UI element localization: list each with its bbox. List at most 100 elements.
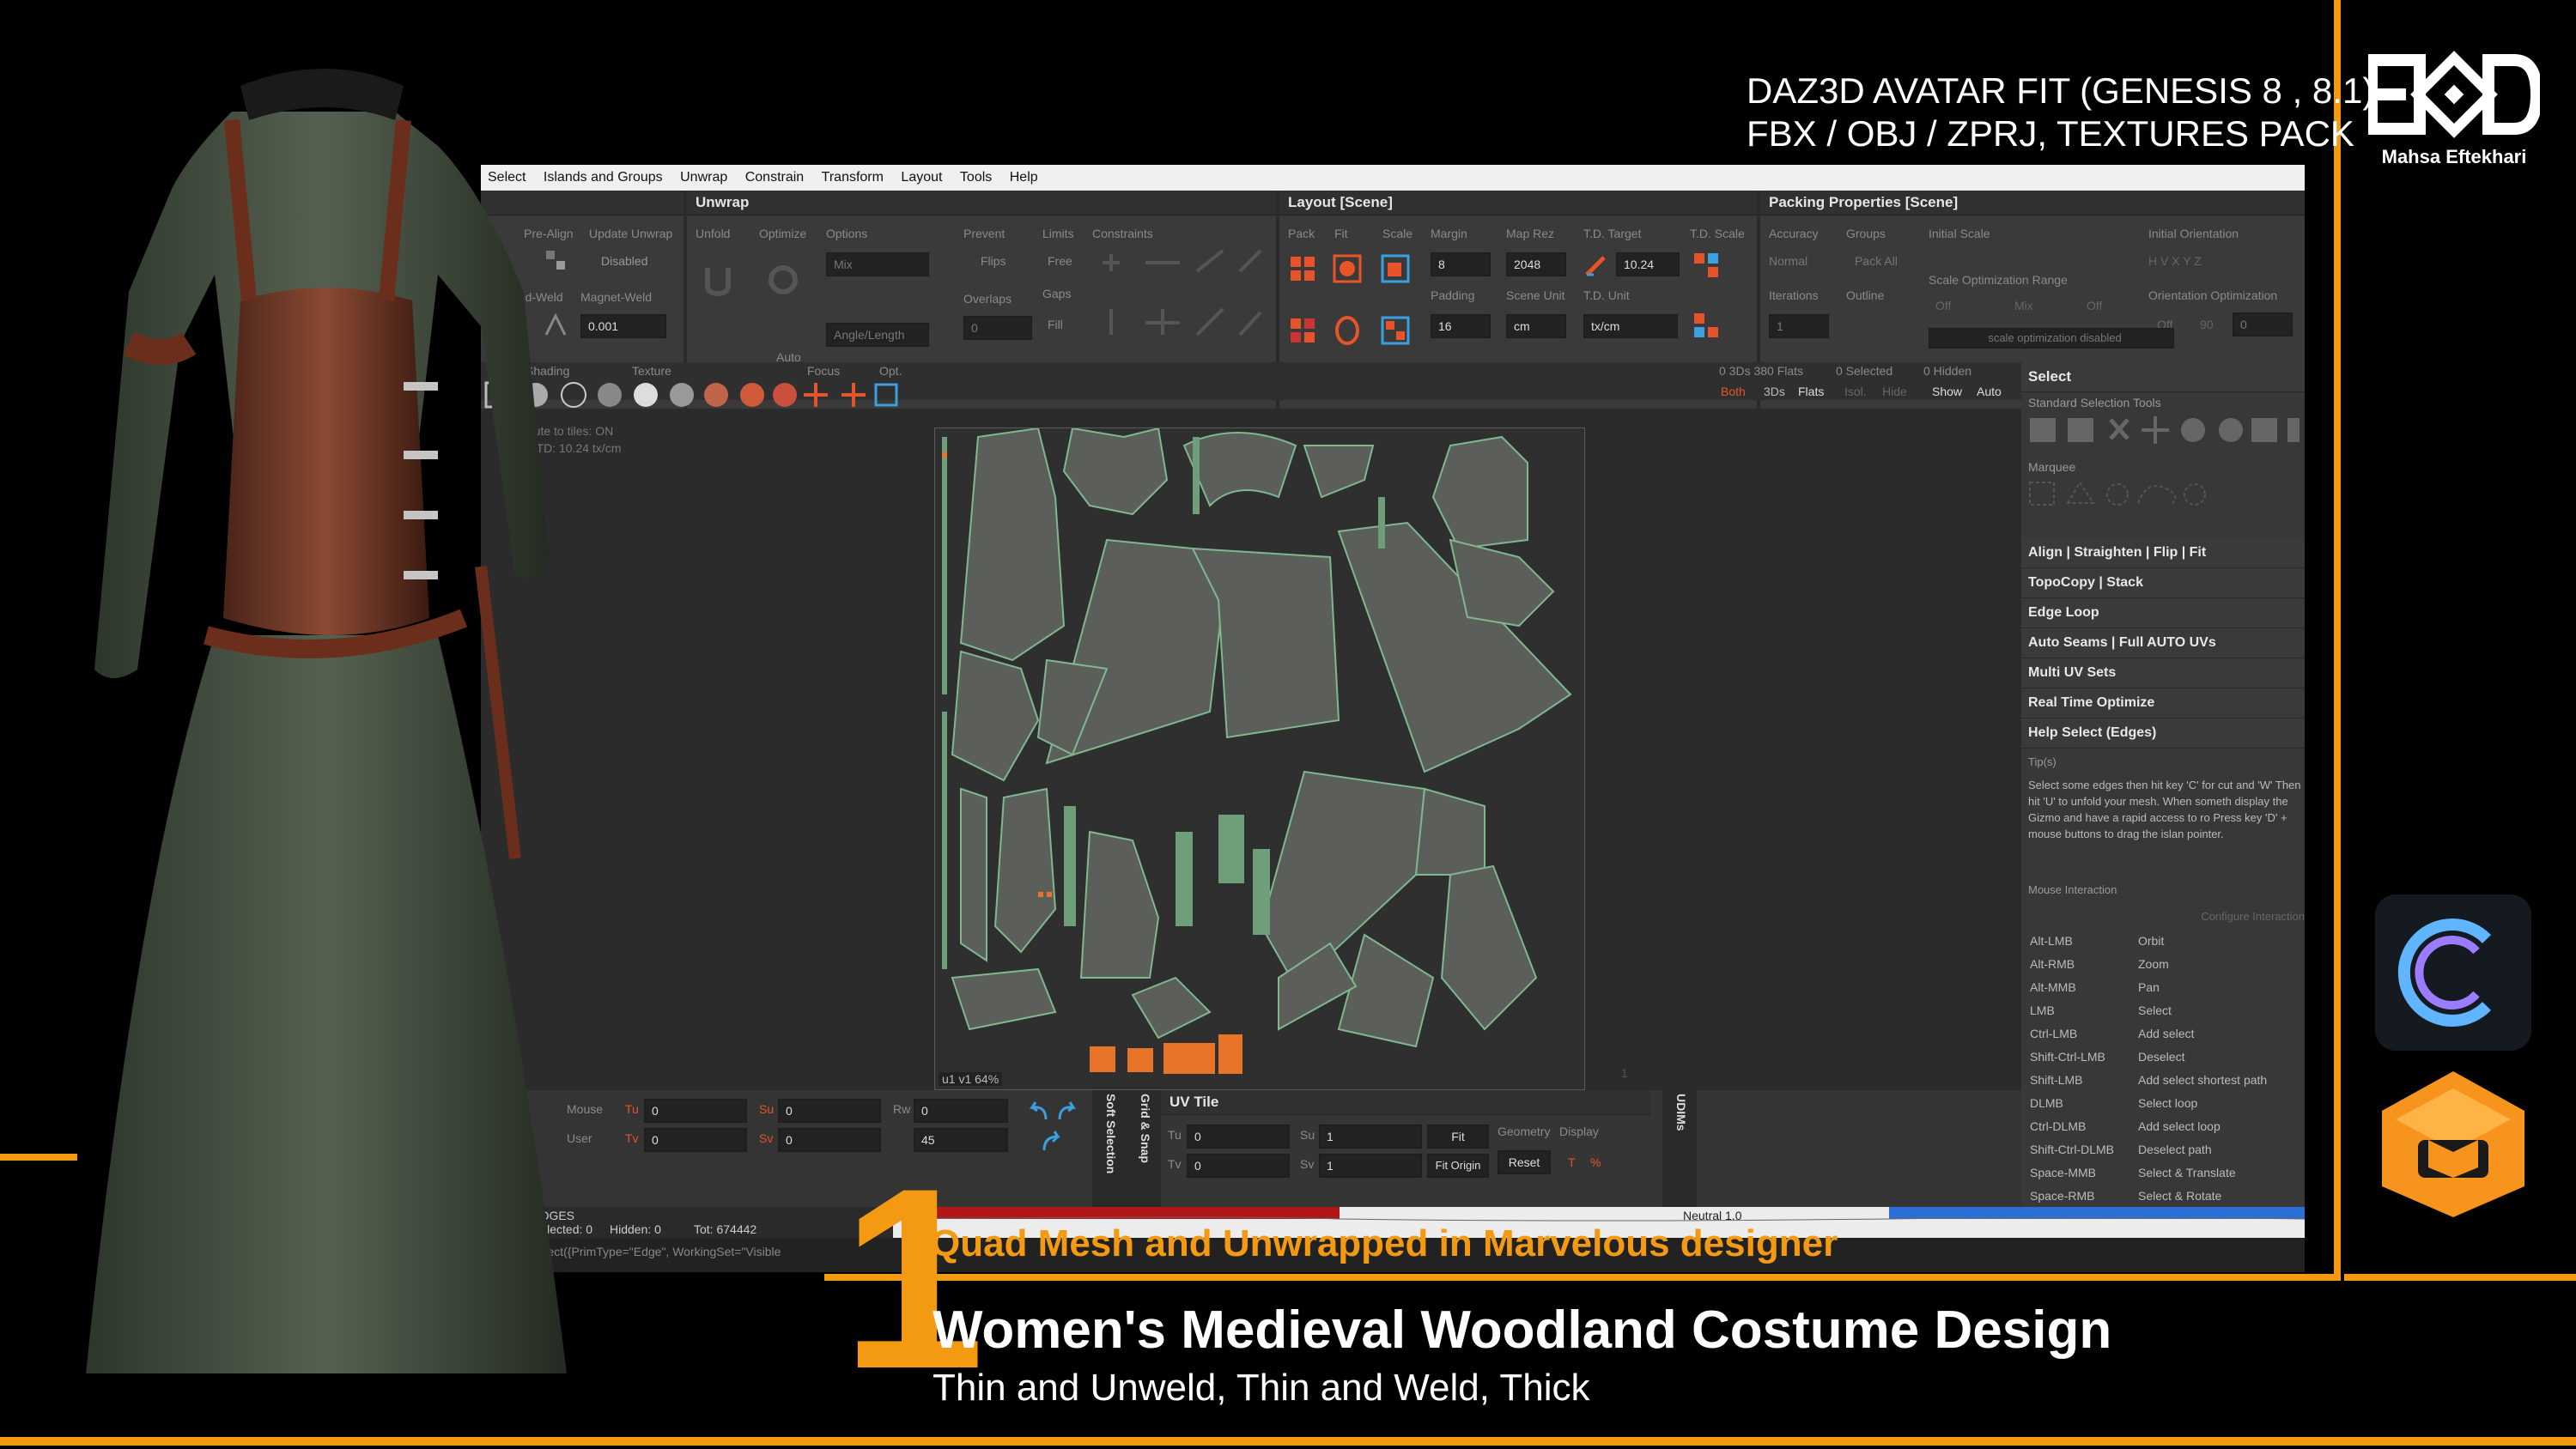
menu-item-layout[interactable]: Layout bbox=[894, 165, 949, 185]
td-target-input[interactable]: 10.24 bbox=[1616, 252, 1680, 276]
marquee-tool-icons[interactable] bbox=[2026, 477, 2301, 512]
options-mix-select[interactable]: Mix bbox=[826, 252, 929, 276]
fit-icon[interactable] bbox=[1333, 254, 1362, 283]
flips-toggle[interactable]: Flips bbox=[981, 254, 1006, 268]
margin-label: Margin bbox=[1431, 227, 1467, 240]
optimize-label: Optimize bbox=[759, 227, 807, 240]
map-rez-input[interactable]: 2048 bbox=[1506, 252, 1566, 276]
su-input[interactable]: 0 bbox=[778, 1099, 881, 1123]
udims-tab[interactable]: UDIMs bbox=[1674, 1094, 1688, 1131]
scale-range-off-2[interactable]: Off bbox=[2087, 299, 2102, 312]
uvtile-tu-input[interactable]: 0 bbox=[1187, 1125, 1290, 1149]
multi-uv-section[interactable]: Multi UV Sets bbox=[2021, 658, 2305, 688]
menu-item-unwrap[interactable]: Unwrap bbox=[673, 165, 734, 185]
configure-interaction-link[interactable]: Configure Interaction bbox=[2021, 910, 2305, 923]
align-section[interactable]: Align | Straighten | Flip | Fit bbox=[2021, 538, 2305, 568]
hidden-count: Hidden: 0 bbox=[610, 1222, 661, 1236]
brand-name: Mahsa Eftekhari bbox=[2381, 146, 2527, 167]
grid-snap-tab[interactable]: Grid & Snap bbox=[1139, 1094, 1152, 1163]
topocopy-section[interactable]: TopoCopy | Stack bbox=[2021, 568, 2305, 598]
initial-orientation-label: Initial Orientation bbox=[2148, 227, 2239, 240]
selection-tool-icons[interactable] bbox=[2026, 413, 2301, 447]
constraints-label: Constraints bbox=[1092, 227, 1153, 240]
menu-item-constrain[interactable]: Constrain bbox=[738, 165, 811, 185]
binding-action: Orbit bbox=[2138, 934, 2165, 948]
c-logo-icon bbox=[2397, 919, 2492, 1027]
tv-input[interactable]: 0 bbox=[644, 1128, 747, 1152]
menu-item-help[interactable]: Help bbox=[1003, 165, 1045, 185]
orientation-axes[interactable]: H V X Y Z bbox=[2148, 254, 2202, 268]
rotate-right-icon[interactable] bbox=[1053, 1099, 1082, 1128]
display-t-toggle[interactable]: T bbox=[1568, 1155, 1576, 1169]
show-button[interactable]: Show bbox=[1932, 385, 1962, 398]
iterations-input[interactable]: 1 bbox=[1769, 314, 1829, 338]
tu-label: Tu bbox=[625, 1102, 639, 1116]
menu-item-tools[interactable]: Tools bbox=[953, 165, 999, 185]
td-scale-icon[interactable] bbox=[1692, 251, 1721, 280]
pack-2-icon[interactable] bbox=[1288, 316, 1317, 345]
optimize-icon[interactable] bbox=[764, 261, 802, 299]
margin-input[interactable]: 8 bbox=[1431, 252, 1491, 276]
opt-label: Opt. bbox=[879, 364, 902, 378]
scene-unit-select[interactable]: cm bbox=[1506, 314, 1566, 338]
soft-selection-tab[interactable]: Soft Selection bbox=[1104, 1094, 1118, 1173]
rotate-step-icon[interactable] bbox=[1037, 1128, 1066, 1157]
auto-button[interactable]: Auto bbox=[1977, 385, 2002, 398]
scale-2-icon[interactable] bbox=[1381, 316, 1410, 345]
binding-action: Add select loop bbox=[2138, 1119, 2221, 1133]
auto-seams-section[interactable]: Auto Seams | Full AUTO UVs bbox=[2021, 628, 2305, 658]
help-select-section[interactable]: Help Select (Edges) bbox=[2021, 718, 2305, 749]
uv-tile-square[interactable]: u1 v1 64% bbox=[934, 427, 1585, 1090]
free-toggle[interactable]: Free bbox=[1048, 254, 1072, 268]
isol-button[interactable]: Isol. bbox=[1844, 385, 1867, 398]
td-picker-icon[interactable] bbox=[1582, 251, 1611, 280]
overlaps-input[interactable]: 0 bbox=[963, 316, 1032, 340]
hide-button[interactable]: Hide bbox=[1882, 385, 1907, 398]
mouse-binding-row: Shift-Ctrl-LMB Deselect bbox=[2030, 1046, 2305, 1069]
realtime-opt-section[interactable]: Real Time Optimize bbox=[2021, 688, 2305, 718]
update-unwrap-select[interactable]: Disabled bbox=[601, 254, 647, 268]
rw-input[interactable]: 0 bbox=[914, 1099, 1008, 1123]
frame-right-stub bbox=[2344, 1274, 2576, 1281]
angle-length-select[interactable]: Angle/Length bbox=[826, 323, 929, 347]
uvtile-fit-button[interactable]: Fit bbox=[1427, 1125, 1489, 1149]
padding-input[interactable]: 16 bbox=[1431, 314, 1491, 338]
uvtile-sv-input[interactable]: 1 bbox=[1319, 1154, 1422, 1178]
groups-select[interactable]: Pack All bbox=[1855, 254, 1898, 268]
rotate-left-icon[interactable] bbox=[1024, 1099, 1053, 1128]
scale-icon[interactable] bbox=[1381, 254, 1410, 283]
display-pct-toggle[interactable]: % bbox=[1590, 1155, 1601, 1169]
pack-icon[interactable] bbox=[1288, 254, 1317, 283]
orientation-opt-label: Orientation Optimization bbox=[2148, 288, 2278, 302]
both-toggle[interactable]: Both bbox=[1721, 385, 1746, 398]
orientation-value[interactable]: 0 bbox=[2233, 312, 2293, 336]
binding-key: Alt-RMB bbox=[2030, 957, 2075, 971]
menu-item-transform[interactable]: Transform bbox=[815, 165, 890, 185]
3ds-toggle[interactable]: 3Ds bbox=[1764, 385, 1785, 398]
constraints-icons[interactable] bbox=[1094, 246, 1266, 349]
view-toolbar: Shading Texture Focus Opt. 0 3Ds 380 Fla… bbox=[481, 362, 2026, 409]
uvtile-tv-input[interactable]: 0 bbox=[1187, 1154, 1290, 1178]
select-header[interactable]: Select bbox=[2021, 362, 2305, 392]
tu-input[interactable]: 0 bbox=[644, 1099, 747, 1123]
display-label: Display bbox=[1559, 1125, 1599, 1138]
subtitle-white: Thin and Unweld, Thin and Weld, Thick bbox=[933, 1367, 1590, 1409]
orientation-90[interactable]: 90 bbox=[2200, 318, 2214, 331]
unfold-icon[interactable] bbox=[699, 261, 737, 299]
edge-loop-section[interactable]: Edge Loop bbox=[2021, 598, 2305, 628]
td-scale-2-icon[interactable] bbox=[1692, 311, 1721, 340]
scale-range-mix[interactable]: Mix bbox=[2014, 299, 2033, 312]
flats-toggle[interactable]: Flats bbox=[1798, 385, 1824, 398]
accuracy-select[interactable]: Normal bbox=[1769, 254, 1807, 268]
fit-origin-button[interactable]: Fit Origin bbox=[1427, 1154, 1489, 1178]
neutral-label: Neutral 1.0 bbox=[1683, 1209, 1742, 1222]
reset-button[interactable]: Reset bbox=[1498, 1150, 1551, 1174]
td-unit-select[interactable]: tx/cm bbox=[1583, 314, 1678, 338]
uvtile-su-input[interactable]: 1 bbox=[1319, 1125, 1422, 1149]
fill-toggle[interactable]: Fill bbox=[1048, 318, 1063, 331]
fit-2-icon[interactable] bbox=[1333, 316, 1362, 345]
right-panel: Select Standard Selection Tools Marquee … bbox=[2021, 362, 2305, 1272]
scale-range-off-1[interactable]: Off bbox=[1935, 299, 1951, 312]
binding-key: Alt-LMB bbox=[2030, 934, 2073, 948]
geometry-label: Geometry bbox=[1498, 1125, 1551, 1138]
